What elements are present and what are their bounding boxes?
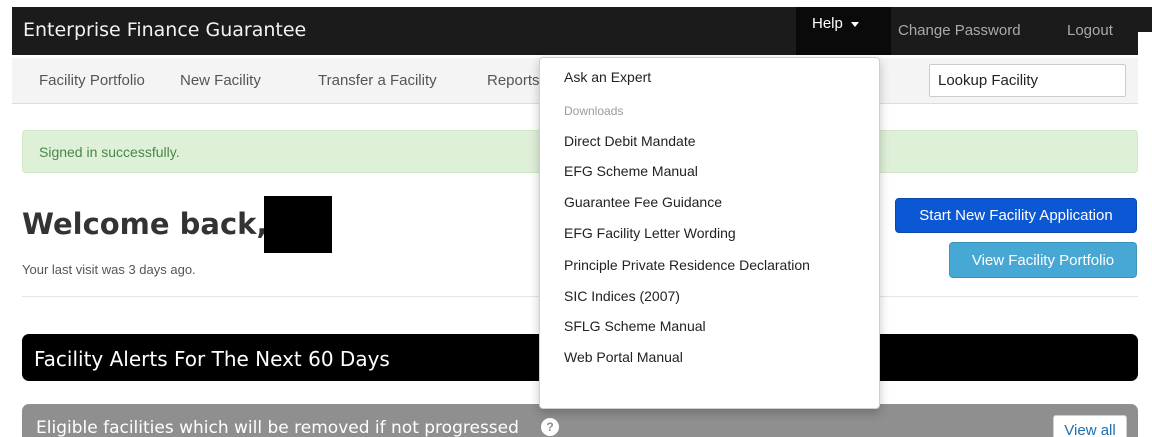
start-new-facility-button[interactable]: Start New Facility Application [895, 198, 1137, 233]
nav-facility-portfolio[interactable]: Facility Portfolio [39, 72, 145, 89]
top-navbar: Enterprise Finance Guarantee Change Pass… [12, 7, 1138, 55]
caret-down-icon [851, 22, 859, 27]
welcome-heading: Welcome back, [22, 207, 268, 241]
menu-item-efg-scheme-manual[interactable]: EFG Scheme Manual [564, 163, 698, 179]
help-label[interactable]: Help [812, 15, 843, 32]
help-icon[interactable]: ? [541, 418, 559, 436]
last-visit-text: Your last visit was 3 days ago. [22, 262, 196, 277]
menu-item-sic-indices[interactable]: SIC Indices (2007) [564, 288, 680, 304]
menu-item-direct-debit-mandate[interactable]: Direct Debit Mandate [564, 133, 696, 149]
menu-item-efg-facility-letter-wording[interactable]: EFG Facility Letter Wording [564, 225, 736, 241]
menu-item-sflg-scheme-manual[interactable]: SFLG Scheme Manual [564, 318, 706, 334]
help-menu-toggle[interactable] [796, 7, 891, 55]
facility-alerts-title: Facility Alerts For The Next 60 Days [34, 347, 390, 371]
menu-item-ask-expert[interactable]: Ask an Expert [564, 69, 651, 85]
redacted-username [264, 196, 332, 253]
navbar-edge [1138, 7, 1152, 32]
nav-new-facility[interactable]: New Facility [180, 72, 261, 89]
help-dropdown-menu: Ask an Expert Downloads Direct Debit Man… [539, 57, 880, 409]
menu-item-web-portal-manual[interactable]: Web Portal Manual [564, 349, 683, 365]
app-brand[interactable]: Enterprise Finance Guarantee [23, 19, 306, 41]
nav-reports[interactable]: Reports [487, 72, 540, 89]
nav-transfer-facility[interactable]: Transfer a Facility [318, 72, 437, 89]
view-all-button[interactable]: View all [1053, 415, 1127, 437]
menu-item-guarantee-fee-guidance[interactable]: Guarantee Fee Guidance [564, 194, 722, 210]
logout-link[interactable]: Logout [1067, 22, 1113, 39]
success-message: Signed in successfully. [39, 144, 180, 160]
lookup-facility-input[interactable] [929, 64, 1126, 97]
change-password-link[interactable]: Change Password [898, 22, 1021, 39]
view-facility-portfolio-button[interactable]: View Facility Portfolio [949, 242, 1137, 278]
eligible-facilities-heading: Eligible facilities which will be remove… [36, 418, 519, 437]
downloads-header: Downloads [564, 104, 624, 118]
menu-item-principle-private-residence[interactable]: Principle Private Residence Declaration [564, 257, 810, 273]
